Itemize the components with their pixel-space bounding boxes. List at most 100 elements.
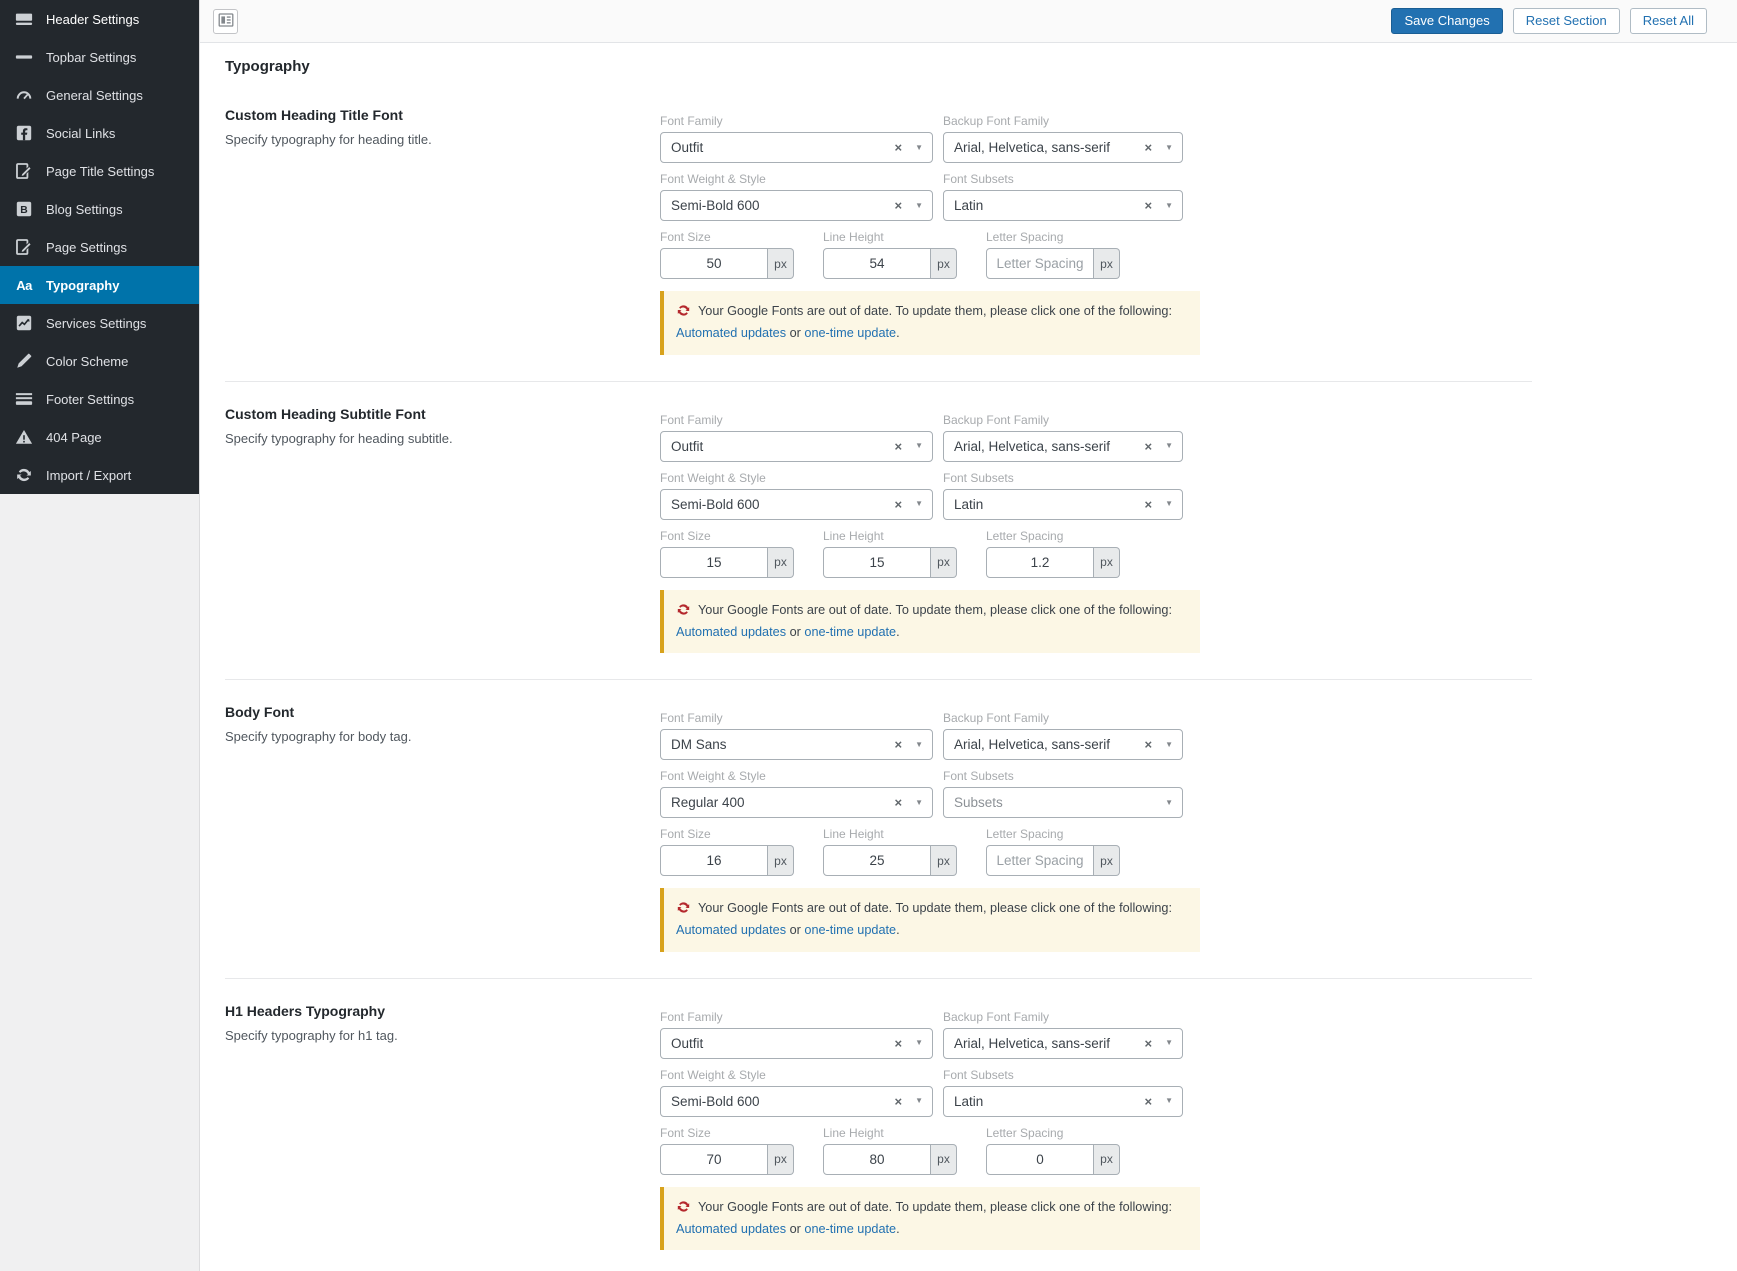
sidebar-item-footer-settings[interactable]: Footer Settings (0, 380, 199, 418)
clear-selection-icon[interactable]: × (1144, 1037, 1152, 1050)
font-family-select[interactable]: Outfit × ▼ (660, 430, 933, 462)
reset-all-button[interactable]: Reset All (1629, 8, 1707, 34)
sidebar-item-color-scheme[interactable]: Color Scheme (0, 342, 199, 380)
options-toolbar: Save Changes Reset Section Reset All (200, 0, 1737, 43)
letter-spacing-input[interactable] (986, 248, 1094, 279)
backup-font-family-label: Backup Font Family (943, 1009, 1050, 1024)
letter-spacing-input[interactable] (986, 845, 1094, 877)
font-family-select[interactable]: Outfit × ▼ (660, 1027, 933, 1059)
chevron-down-icon: ▼ (915, 797, 923, 807)
layout-panel-icon (218, 12, 234, 31)
chevron-down-icon: ▼ (915, 1038, 923, 1048)
automated-updates-link[interactable]: Automated updates (676, 326, 786, 340)
clear-selection-icon[interactable]: × (1144, 199, 1152, 212)
font-subsets-label: Font Subsets (943, 172, 1014, 186)
clear-selection-icon[interactable]: × (894, 1095, 902, 1108)
px-unit: px (931, 248, 957, 279)
clear-selection-icon[interactable]: × (894, 738, 902, 751)
font-size-input[interactable] (660, 248, 768, 279)
clear-selection-icon[interactable]: × (894, 440, 902, 453)
font-size-label: Font Size (660, 827, 711, 842)
select-value: Latin (954, 1093, 984, 1109)
clear-selection-icon[interactable]: × (1144, 498, 1152, 511)
clear-selection-icon[interactable]: × (894, 796, 902, 809)
backup-font-family-select[interactable]: Arial, Helvetica, sans-serif × ▼ (943, 729, 1183, 761)
automated-updates-link[interactable]: Automated updates (676, 923, 786, 937)
sidebar-item-page-settings[interactable]: Page Settings (0, 228, 199, 266)
clear-selection-icon[interactable]: × (894, 199, 902, 212)
font-family-select[interactable]: DM Sans × ▼ (660, 729, 933, 761)
clear-selection-icon[interactable]: × (1144, 141, 1152, 154)
font-subsets-label: Font Subsets (943, 769, 1014, 784)
size-row: Font Size px Line Height px Letter Spaci… (660, 529, 1205, 578)
px-unit: px (1094, 546, 1120, 578)
letter-spacing-input[interactable] (986, 1143, 1094, 1175)
sidebar-item-services-settings[interactable]: Services Settings (0, 304, 199, 342)
clear-selection-icon[interactable]: × (894, 1037, 902, 1050)
section-fields: Font Family Outfit × ▼ Backup Font Famil… (660, 1003, 1205, 1251)
sidebar-item-blog-settings[interactable]: B Blog Settings (0, 190, 199, 228)
one-time-update-link[interactable]: one-time update (804, 923, 896, 937)
clear-selection-icon[interactable]: × (894, 141, 902, 154)
font-weight-field: Font Weight & Style Semi-Bold 600 × ▼ (660, 471, 933, 520)
font-size-input[interactable] (660, 1143, 768, 1175)
clear-selection-icon[interactable]: × (894, 498, 902, 511)
font-weight-select[interactable]: Semi-Bold 600 × ▼ (660, 1085, 933, 1117)
clear-selection-icon[interactable]: × (1144, 440, 1152, 453)
automated-updates-link[interactable]: Automated updates (676, 625, 786, 639)
chevron-down-icon: ▼ (1165, 1038, 1173, 1048)
one-time-update-link[interactable]: one-time update (804, 625, 896, 639)
font-subsets-select[interactable]: Subsets × ▼ (943, 787, 1183, 819)
sidebar-item-typography[interactable]: Aa Typography (0, 266, 199, 304)
section-description: Specify typography for h1 tag. (225, 1027, 398, 1043)
line-height-input[interactable] (823, 546, 931, 578)
font-weight-select[interactable]: Semi-Bold 600 × ▼ (660, 488, 933, 520)
font-subsets-select[interactable]: Latin × ▼ (943, 190, 1183, 221)
clear-selection-icon[interactable]: × (1144, 1095, 1152, 1108)
sidebar-item-general-settings[interactable]: General Settings (0, 76, 199, 114)
clear-selection-icon[interactable]: × (1144, 738, 1152, 751)
section-fields: Font Family Outfit × ▼ Backup Font Famil… (660, 406, 1205, 654)
sidebar-item-404-page[interactable]: 404 Page (0, 418, 199, 456)
one-time-update-link[interactable]: one-time update (804, 1222, 896, 1236)
sidebar-item-topbar-settings[interactable]: Topbar Settings (0, 38, 199, 76)
font-size-group: px (660, 845, 794, 877)
backup-font-family-select[interactable]: Arial, Helvetica, sans-serif × ▼ (943, 1027, 1183, 1059)
line-height-input[interactable] (823, 248, 931, 279)
sidebar-item-social-links[interactable]: Social Links (0, 114, 199, 152)
sidebar-item-import-export[interactable]: Import / Export (0, 456, 199, 494)
select-value: Outfit (671, 438, 704, 454)
backup-font-family-select[interactable]: Arial, Helvetica, sans-serif × ▼ (943, 132, 1183, 163)
select-value: Semi-Bold 600 (671, 496, 760, 512)
font-size-label: Font Size (660, 1125, 711, 1140)
sidebar-item-label: Import / Export (46, 467, 132, 483)
font-weight-field: Font Weight & Style Regular 400 × ▼ (660, 769, 933, 819)
line-height-label: Line Height (823, 827, 884, 842)
font-size-input[interactable] (660, 845, 768, 877)
automated-updates-link[interactable]: Automated updates (676, 1222, 786, 1236)
expand-options-button[interactable] (213, 8, 238, 34)
select-value: Latin (954, 496, 984, 512)
font-weight-field: Font Weight & Style Semi-Bold 600 × ▼ (660, 172, 933, 221)
reset-section-button[interactable]: Reset Section (1512, 8, 1620, 34)
font-weight-select[interactable]: Semi-Bold 600 × ▼ (660, 190, 933, 221)
one-time-update-link[interactable]: one-time update (804, 326, 896, 340)
backup-font-family-select[interactable]: Arial, Helvetica, sans-serif × ▼ (943, 430, 1183, 462)
font-weight-select[interactable]: Regular 400 × ▼ (660, 787, 933, 819)
line-height-input[interactable] (823, 845, 931, 877)
font-subsets-select[interactable]: Latin × ▼ (943, 1085, 1183, 1117)
sidebar-item-page-title-settings[interactable]: Page Title Settings (0, 152, 199, 190)
letter-spacing-input[interactable] (986, 546, 1094, 578)
font-size-input[interactable] (660, 546, 768, 578)
letter-spacing-label: Letter Spacing (986, 827, 1064, 842)
font-family-select[interactable]: Outfit × ▼ (660, 132, 933, 163)
font-subsets-select[interactable]: Latin × ▼ (943, 488, 1183, 520)
section-info: Body Font Specify typography for body ta… (225, 704, 660, 952)
font-weight-row: Font Weight & Style Semi-Bold 600 × ▼ Fo… (660, 471, 1205, 520)
sidebar-item-header-settings[interactable]: Header Settings (0, 0, 199, 38)
save-changes-button[interactable]: Save Changes (1391, 8, 1503, 34)
select-value: Arial, Helvetica, sans-serif (954, 1035, 1111, 1051)
header-icon (14, 9, 34, 29)
font-size-group: px (660, 1143, 794, 1175)
line-height-input[interactable] (823, 1143, 931, 1175)
